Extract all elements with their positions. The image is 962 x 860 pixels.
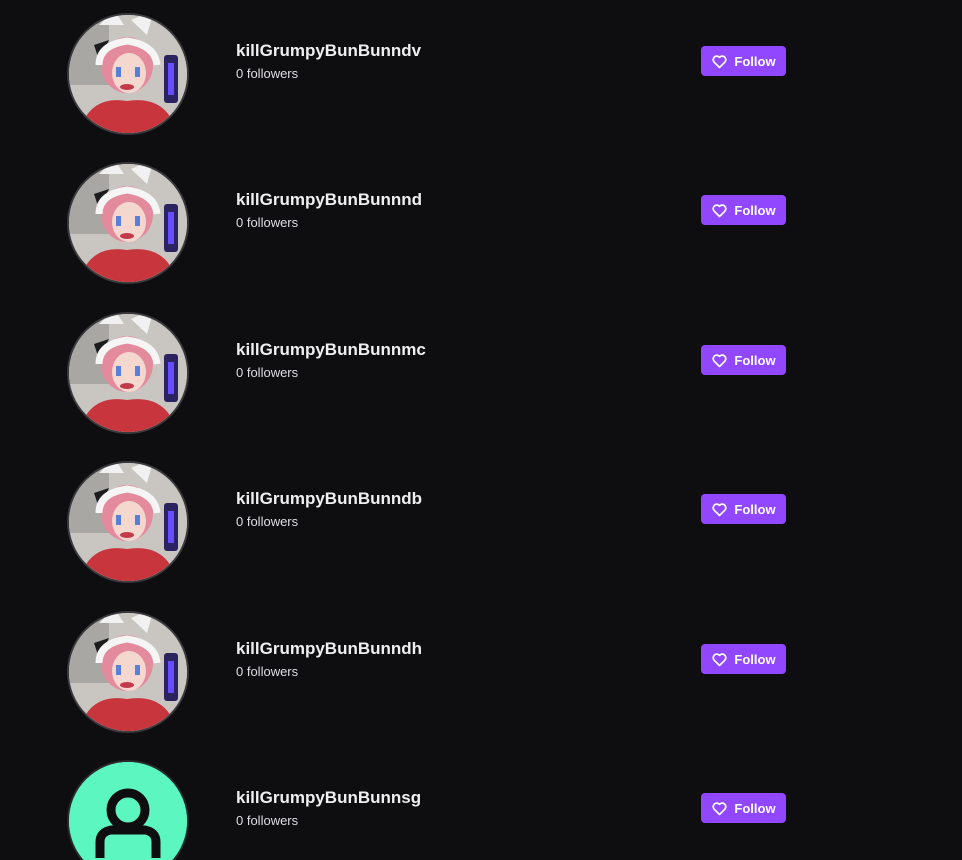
avatar[interactable] (67, 162, 189, 284)
follow-button[interactable]: Follow (701, 46, 786, 76)
user-photo (69, 613, 187, 731)
username[interactable]: killGrumpyBunBunnmc (236, 340, 426, 360)
user-row: killGrumpyBunBunndb 0 followers Follow (0, 461, 962, 611)
user-row: killGrumpyBunBunndv 0 followers Follow (0, 13, 962, 163)
user-row: killGrumpyBunBunnmc 0 followers Follow (0, 312, 962, 462)
heart-icon (712, 203, 728, 217)
follower-count: 0 followers (236, 66, 299, 81)
avatar[interactable] (67, 461, 189, 583)
user-row: killGrumpyBunBunndh 0 followers Follow (0, 611, 962, 761)
username[interactable]: killGrumpyBunBunnnd (236, 190, 422, 210)
user-photo (69, 15, 187, 133)
follow-label: Follow (734, 53, 776, 69)
follower-count: 0 followers (236, 813, 299, 828)
follow-button[interactable]: Follow (701, 644, 786, 674)
follower-count: 0 followers (236, 365, 299, 380)
user-photo (69, 164, 187, 282)
user-photo (69, 463, 187, 581)
user-row: killGrumpyBunBunnsg 0 followers Follow (0, 760, 962, 860)
follower-count: 0 followers (236, 215, 299, 230)
follower-count: 0 followers (236, 664, 299, 679)
username[interactable]: killGrumpyBunBunnsg (236, 788, 421, 808)
username[interactable]: killGrumpyBunBunndh (236, 639, 422, 659)
avatar[interactable] (67, 611, 189, 733)
heart-icon (712, 54, 728, 68)
user-photo (69, 314, 187, 432)
follow-button[interactable]: Follow (701, 793, 786, 823)
follow-button[interactable]: Follow (701, 195, 786, 225)
avatar[interactable] (67, 13, 189, 135)
username[interactable]: killGrumpyBunBunndv (236, 41, 421, 61)
follow-label: Follow (734, 352, 776, 368)
heart-icon (712, 502, 728, 516)
avatar[interactable] (67, 312, 189, 434)
follow-label: Follow (734, 202, 776, 218)
follow-label: Follow (734, 651, 776, 667)
user-row: killGrumpyBunBunnnd 0 followers Follow (0, 162, 962, 312)
heart-icon (712, 353, 728, 367)
follower-count: 0 followers (236, 514, 299, 529)
default-user-icon (69, 762, 187, 860)
follow-label: Follow (734, 800, 776, 816)
follow-label: Follow (734, 501, 776, 517)
user-list: killGrumpyBunBunndv 0 followers Follow k… (0, 0, 962, 860)
heart-icon (712, 801, 728, 815)
username[interactable]: killGrumpyBunBunndb (236, 489, 422, 509)
avatar[interactable] (67, 760, 189, 860)
heart-icon (712, 652, 728, 666)
follow-button[interactable]: Follow (701, 494, 786, 524)
follow-button[interactable]: Follow (701, 345, 786, 375)
